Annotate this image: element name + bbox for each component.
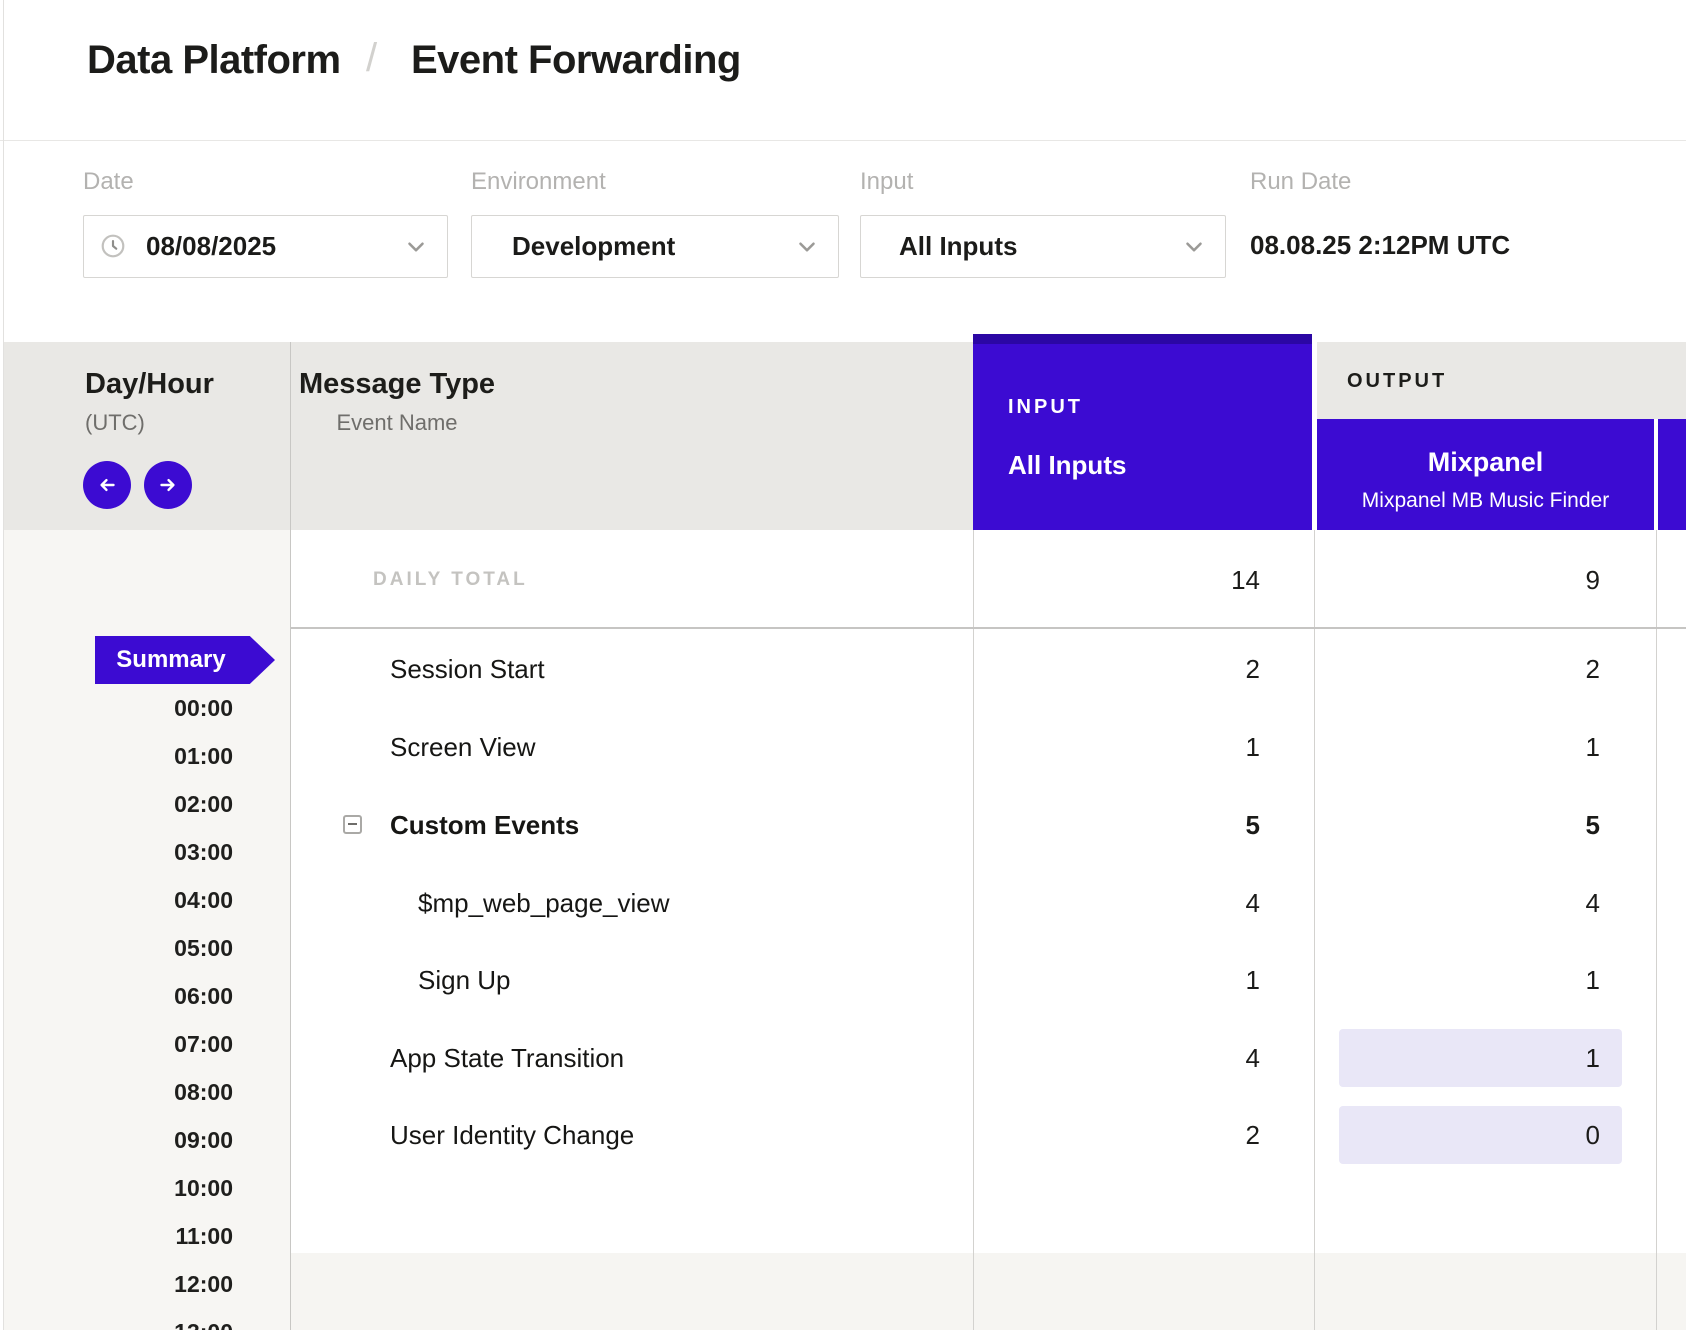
next-day-button[interactable] — [144, 461, 192, 509]
environment-filter-label: Environment — [471, 168, 606, 196]
input-count-cell: 4 — [1246, 883, 1260, 923]
input-count-cell: 2 — [1246, 1115, 1260, 1155]
hour-label[interactable]: 05:00 — [83, 924, 233, 972]
output-count-cell: 1 — [1586, 727, 1600, 767]
date-value: 08/08/2025 — [146, 216, 276, 277]
environment-dropdown[interactable]: Development — [471, 215, 839, 278]
input-column-name: All Inputs — [1008, 450, 1126, 481]
input-value: All Inputs — [899, 216, 1017, 277]
input-count-cell: 4 — [1246, 1038, 1260, 1078]
hour-label[interactable]: 04:00 — [83, 876, 233, 924]
hour-label[interactable]: 13:00 — [83, 1308, 233, 1330]
summary-flag[interactable]: Summary — [95, 636, 275, 684]
environment-value: Development — [512, 216, 675, 277]
hour-label[interactable]: 08:00 — [83, 1068, 233, 1116]
hour-label[interactable]: 07:00 — [83, 1020, 233, 1068]
hour-label[interactable]: 06:00 — [83, 972, 233, 1020]
hour-label[interactable]: 02:00 — [83, 780, 233, 828]
hour-label[interactable]: 12:00 — [83, 1260, 233, 1308]
breadcrumb-bar: Data Platform / Event Forwarding — [0, 0, 1686, 141]
output-highlight-cell: 1 — [1339, 1029, 1622, 1087]
hour-label[interactable]: 10:00 — [83, 1164, 233, 1212]
breadcrumb-separator: / — [366, 36, 377, 81]
input-dropdown[interactable]: All Inputs — [860, 215, 1226, 278]
run-date-label: Run Date — [1250, 168, 1351, 196]
output-count-cell: 5 — [1586, 805, 1600, 845]
input-column-accent-strip — [973, 334, 1312, 344]
output-destination-subtitle: Mixpanel MB Music Finder — [1317, 489, 1654, 513]
output-destination-name: Mixpanel — [1317, 447, 1654, 478]
input-filter-label: Input — [860, 168, 913, 196]
chevron-down-icon — [1181, 234, 1207, 260]
hour-label[interactable]: 03:00 — [83, 828, 233, 876]
page-left-border — [3, 0, 4, 1330]
event-row-label: Sign Up — [418, 960, 511, 1000]
day-hour-column-title: Day/Hour — [85, 368, 214, 401]
output-column-header-mixpanel[interactable]: Mixpanel Mixpanel MB Music Finder — [1317, 419, 1654, 530]
input-count-cell: 1 — [1246, 960, 1260, 1000]
daily-total-output-count: 9 — [1586, 560, 1600, 600]
hour-label[interactable]: 01:00 — [83, 732, 233, 780]
message-type-column-title: Message Type — [247, 368, 547, 401]
event-row-label: Session Start — [390, 649, 545, 689]
event-row-label: Custom Events — [390, 805, 579, 845]
event-row-label: App State Transition — [390, 1038, 624, 1078]
clock-icon — [100, 233, 126, 259]
chevron-down-icon — [403, 234, 429, 260]
input-column-header[interactable]: INPUT All Inputs — [973, 334, 1312, 530]
event-row-label: Screen View — [390, 727, 536, 767]
summary-flag-label: Summary — [116, 636, 225, 684]
previous-day-button[interactable] — [83, 461, 131, 509]
message-type-column-subtitle: Event Name — [247, 410, 547, 436]
column-border — [973, 530, 974, 1330]
output-count-cell: 4 — [1586, 883, 1600, 923]
date-dropdown[interactable]: 08/08/2025 — [83, 215, 448, 278]
page-title: Event Forwarding — [411, 38, 741, 83]
daily-total-label: DAILY TOTAL — [373, 566, 528, 594]
output-count-cell: 2 — [1586, 649, 1600, 689]
breadcrumb-section[interactable]: Data Platform — [87, 38, 341, 83]
input-group-label: INPUT — [1008, 396, 1083, 419]
daily-total-divider — [291, 627, 1686, 629]
input-count-cell: 2 — [1246, 649, 1260, 689]
column-border — [1656, 530, 1657, 1330]
event-row-label: User Identity Change — [390, 1115, 634, 1155]
column-border — [290, 342, 291, 1330]
hour-label[interactable]: 11:00 — [83, 1212, 233, 1260]
hour-label[interactable]: 09:00 — [83, 1116, 233, 1164]
date-filter-label: Date — [83, 168, 134, 196]
output-highlight-cell: 0 — [1339, 1106, 1622, 1164]
column-border — [1314, 530, 1315, 1330]
collapse-minus-icon[interactable] — [343, 815, 362, 834]
output-column-header-next[interactable] — [1658, 419, 1686, 530]
output-group-label: OUTPUT — [1347, 370, 1447, 393]
table-empty-area — [290, 1253, 1686, 1330]
output-count-cell: 0 — [1339, 1106, 1622, 1164]
event-row-label: $mp_web_page_view — [418, 883, 670, 923]
run-date-value: 08.08.25 2:12PM UTC — [1250, 230, 1510, 261]
hour-label[interactable]: 00:00 — [83, 684, 233, 732]
daily-total-input-count: 14 — [1231, 560, 1260, 600]
day-hour-column-subtitle: (UTC) — [85, 410, 145, 436]
chevron-down-icon — [794, 234, 820, 260]
output-count-cell: 1 — [1586, 960, 1600, 1000]
input-count-cell: 1 — [1246, 727, 1260, 767]
input-count-cell: 5 — [1246, 805, 1260, 845]
output-count-cell: 1 — [1339, 1029, 1622, 1087]
event-forwarding-page: Data Platform / Event Forwarding Date En… — [0, 0, 1686, 1330]
